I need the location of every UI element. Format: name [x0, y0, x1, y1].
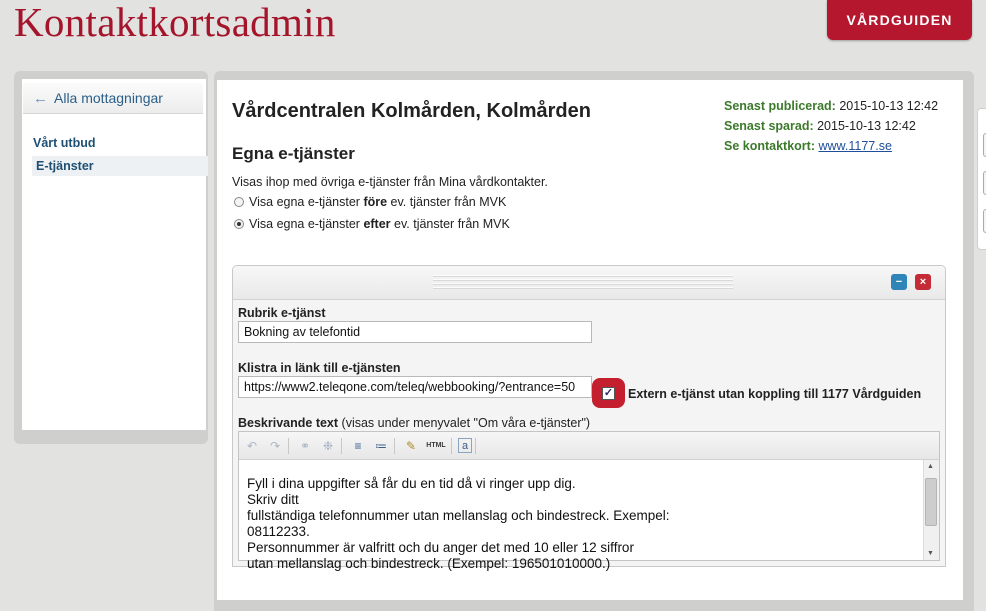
editor-scrollbar[interactable]: ▲ ▼ — [923, 460, 939, 560]
radio-after[interactable] — [234, 219, 244, 229]
saved-value: 2015-10-13 12:42 — [817, 119, 916, 133]
unlink-icon[interactable]: ❉ — [318, 436, 338, 456]
meta-published: Senast publicerad: 2015-10-13 12:42 — [724, 99, 938, 113]
redo-icon[interactable]: ↷ — [265, 436, 285, 456]
back-link-label: Alla mottagningar — [54, 90, 163, 106]
published-label: Senast publicerad: — [724, 99, 836, 113]
meta-saved: Senast sparad: 2015-10-13 12:42 — [724, 119, 916, 133]
arrow-left-icon: ← — [33, 89, 48, 107]
special-character-icon[interactable]: a — [458, 438, 472, 453]
radio-before-label-pre: Visa egna e-tjänster — [249, 195, 364, 209]
editor-text[interactable]: Fyll i dina uppgifter så får du en tid d… — [247, 476, 917, 572]
published-value: 2015-10-13 12:42 — [839, 99, 939, 113]
html-source-icon[interactable]: HTML — [424, 436, 448, 456]
link-icon[interactable]: ⚭ — [295, 436, 315, 456]
drag-handle[interactable] — [433, 275, 733, 289]
card-label: Se kontaktkort: — [724, 139, 815, 153]
toolbar-divider — [394, 437, 395, 454]
meta-card: Se kontaktkort: www.1177.se — [724, 139, 892, 153]
radio-before[interactable] — [234, 197, 244, 207]
link-label: Klistra in länk till e-tjänsten — [238, 361, 401, 375]
clean-format-brush-icon[interactable]: ✎ — [401, 436, 421, 456]
vardguiden-button[interactable]: VÅRDGUIDEN — [827, 0, 972, 40]
scroll-down-icon[interactable]: ▼ — [927, 550, 934, 557]
editor-line: Skriv ditt — [247, 492, 299, 507]
toolbar-divider — [341, 437, 342, 454]
external-service-checkbox-highlight[interactable]: ✓ — [592, 378, 625, 408]
scroll-thumb[interactable] — [925, 478, 937, 526]
description-hint: (visas under menyvalet "Om våra e-tjänst… — [338, 416, 591, 430]
bullet-list-icon[interactable]: ≡ — [348, 436, 368, 456]
radio-before-label-post: ev. tjänster från MVK — [387, 195, 507, 209]
radio-after-label-pre: Visa egna e-tjänster — [249, 217, 364, 231]
minimize-button[interactable]: − — [891, 274, 907, 290]
link-input[interactable]: https://www2.teleqone.com/teleq/webbooki… — [238, 376, 592, 398]
external-service-label: Extern e-tjänst utan koppling till 1177 … — [628, 387, 922, 401]
undo-icon[interactable]: ↶ — [242, 436, 262, 456]
toolbar-divider — [288, 437, 289, 454]
panel-header[interactable]: − × — [233, 266, 945, 300]
numbered-list-icon[interactable]: ≔ — [371, 436, 391, 456]
description-editor[interactable]: ↶ ↷ ⚭ ❉ ≡ ≔ ✎ HTML a Fyll i dina uppgift… — [238, 431, 940, 571]
radio-before-row[interactable]: Visa egna e-tjänster före ev. tjänster f… — [234, 195, 506, 209]
page-title: Vårdcentralen Kolmården, Kolmården — [232, 100, 591, 122]
sidebar-item-e-tjanster[interactable]: E-tjänster — [32, 156, 208, 176]
radio-after-row[interactable]: Visa egna e-tjänster efter ev. tjänster … — [234, 217, 510, 231]
heading-input[interactable]: Bokning av telefontid — [238, 321, 592, 343]
sidebar: ← Alla mottagningar Vårt utbud E-tjänste… — [22, 79, 208, 430]
toolbar-divider — [451, 437, 452, 454]
editor-toolbar: ↶ ↷ ⚭ ❉ ≡ ≔ ✎ HTML a — [239, 432, 939, 460]
editor-line: Personnummer är valfritt och du anger de… — [247, 540, 634, 555]
radio-after-label-post: ev. tjänster från MVK — [390, 217, 510, 231]
editor-line: Fyll i dina uppgifter så får du en tid d… — [247, 476, 576, 491]
editor-line: 08112233. — [247, 524, 310, 539]
section-description: Visas ihop med övriga e-tjänster från Mi… — [232, 175, 548, 189]
editor-line: utan mellanslag och bindestreck. (Exempe… — [247, 556, 611, 571]
description-label-row: Beskrivande text (visas under menyvalet … — [238, 416, 590, 430]
toolbar-divider — [475, 437, 476, 454]
editor-line: fullständiga telefonnummer utan mellansl… — [247, 508, 670, 523]
contact-card-link[interactable]: www.1177.se — [818, 139, 891, 153]
saved-label: Senast sparad: — [724, 119, 814, 133]
close-button[interactable]: × — [915, 274, 931, 290]
external-service-checkbox[interactable]: ✓ — [602, 387, 615, 400]
radio-before-label-bold: före — [363, 195, 388, 209]
back-to-all-clinics-link[interactable]: ← Alla mottagningar — [23, 83, 203, 114]
right-side-panel-stub — [977, 108, 986, 250]
app-title: Kontaktkortsadmin — [14, 0, 336, 45]
scroll-up-icon[interactable]: ▲ — [927, 463, 934, 470]
radio-after-label-bold: efter — [363, 217, 391, 231]
description-label: Beskrivande text — [238, 416, 339, 430]
sidebar-item-vart-utbud[interactable]: Vårt utbud — [33, 136, 96, 150]
heading-label: Rubrik e-tjänst — [238, 306, 326, 320]
section-title: Egna e-tjänster — [232, 144, 355, 163]
